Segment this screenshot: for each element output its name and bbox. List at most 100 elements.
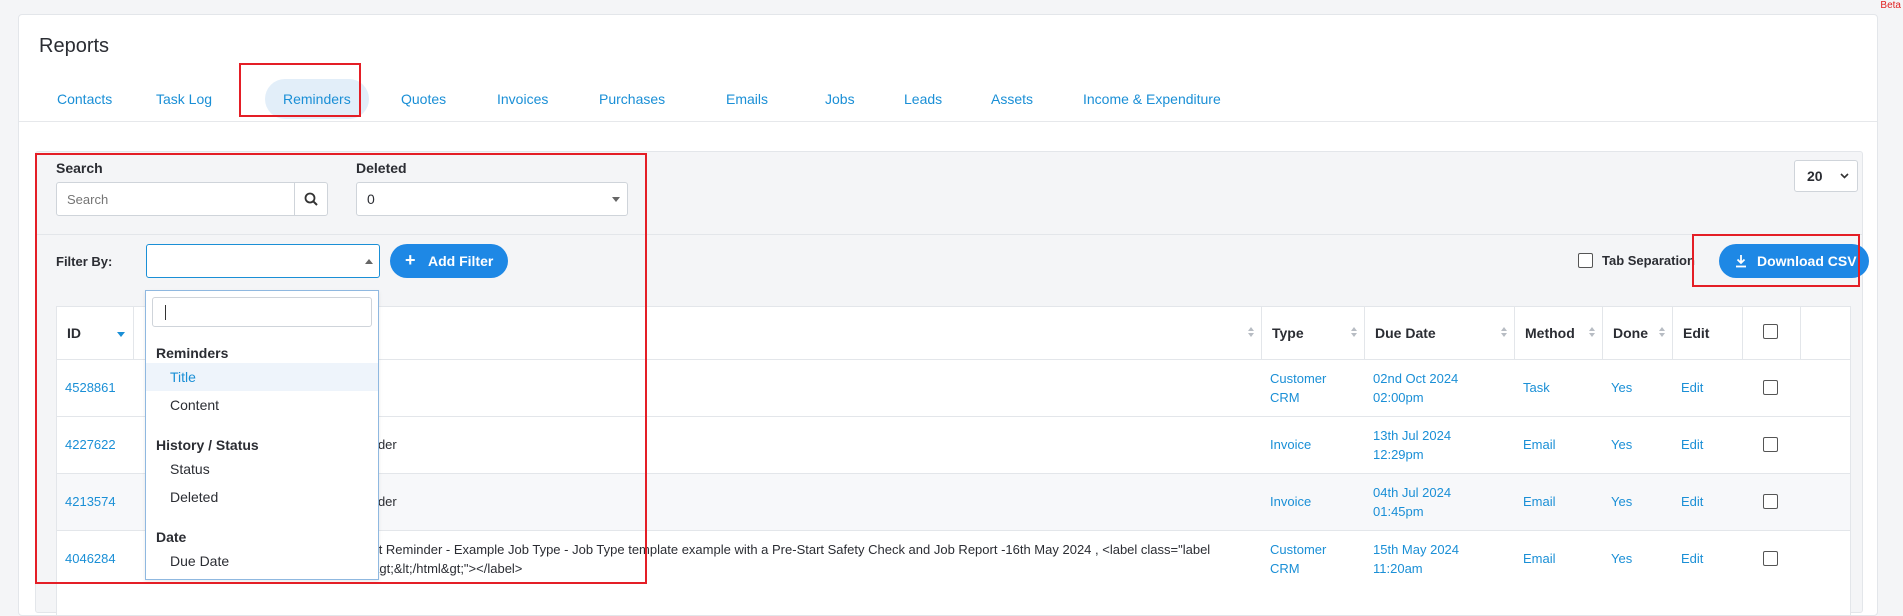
download-csv-label: Download CSV xyxy=(1757,253,1857,269)
column-header-done[interactable]: Done xyxy=(1603,307,1673,359)
dropdown-group-history-status: History / Status xyxy=(156,437,259,453)
tab-separation-label: Tab Separation xyxy=(1602,253,1695,268)
download-csv-button[interactable]: Download CSV xyxy=(1719,244,1869,278)
row-method: Email xyxy=(1523,494,1556,509)
sort-icon xyxy=(1248,327,1255,339)
tab-quotes[interactable]: Quotes xyxy=(383,79,464,119)
row-checkbox[interactable] xyxy=(1763,551,1778,566)
page-size-select[interactable]: 20 xyxy=(1794,160,1858,192)
tab-separation-checkbox[interactable] xyxy=(1578,253,1593,268)
text-cursor xyxy=(165,305,166,320)
column-header-type[interactable]: Type xyxy=(1262,307,1365,359)
row-done: Yes xyxy=(1611,494,1633,509)
row-due-time: 12:29pm xyxy=(1373,447,1424,462)
filter-dropdown-search-input[interactable] xyxy=(152,297,372,327)
dropdown-option-deleted[interactable]: Deleted xyxy=(146,483,378,511)
column-header-method-label: Method xyxy=(1525,325,1575,341)
row-checkbox[interactable] xyxy=(1763,437,1778,452)
tabs-divider xyxy=(19,121,1877,122)
row-done: Yes xyxy=(1611,380,1633,395)
row-title-line2: dy&gt;&lt;/html&gt;"></label> xyxy=(357,561,523,576)
sort-icon xyxy=(1659,327,1666,339)
column-header-id[interactable]: ID xyxy=(57,307,134,359)
row-due-time: 01:45pm xyxy=(1373,504,1424,519)
dropdown-option-content[interactable]: Content xyxy=(146,391,378,419)
tab-contacts[interactable]: Contacts xyxy=(39,79,130,119)
search-icon xyxy=(304,192,318,206)
tab-reminders[interactable]: Reminders xyxy=(265,79,369,119)
row-edit-link[interactable]: Edit xyxy=(1681,549,1703,568)
row-edit-link[interactable]: Edit xyxy=(1681,492,1703,511)
row-id-link[interactable]: 4046284 xyxy=(65,549,116,568)
filter-by-dropdown: Reminders Title Content History / Status… xyxy=(145,290,379,580)
row-due-date: 04th Jul 2024 xyxy=(1373,485,1452,500)
row-type: Customer xyxy=(1270,371,1327,386)
dropdown-option-due-date[interactable]: Due Date xyxy=(146,547,378,575)
tab-jobs[interactable]: Jobs xyxy=(807,79,873,119)
sort-icon xyxy=(1351,327,1358,339)
plus-icon: + xyxy=(405,250,416,270)
row-edit-link[interactable]: Edit xyxy=(1681,435,1703,454)
page-title: Reports xyxy=(39,35,110,57)
dropdown-option-title[interactable]: Title xyxy=(146,363,378,391)
tab-purchases[interactable]: Purchases xyxy=(581,79,683,119)
row-checkbox[interactable] xyxy=(1763,494,1778,509)
search-button[interactable] xyxy=(294,183,327,215)
filter-by-select[interactable] xyxy=(146,244,380,278)
row-due-time: 02:00pm xyxy=(1373,390,1424,405)
deleted-label: Deleted xyxy=(356,160,407,176)
filter-separator xyxy=(36,234,1862,235)
chevron-down-icon xyxy=(612,197,620,202)
search-input[interactable] xyxy=(57,183,297,215)
deleted-select[interactable]: 0 xyxy=(356,182,628,216)
column-header-due-date[interactable]: Due Date xyxy=(1365,307,1515,359)
dropdown-option-status[interactable]: Status xyxy=(146,455,378,483)
download-icon xyxy=(1736,255,1746,268)
row-method: Task xyxy=(1523,380,1550,395)
select-all-checkbox[interactable] xyxy=(1763,324,1778,339)
row-type: Customer xyxy=(1270,542,1327,557)
row-edit-link[interactable]: Edit xyxy=(1681,378,1703,397)
tab-task-log[interactable]: Task Log xyxy=(138,79,230,119)
chevron-up-icon xyxy=(365,259,373,264)
deleted-select-value: 0 xyxy=(367,191,375,207)
row-id-link[interactable]: 4227622 xyxy=(65,435,116,454)
row-checkbox[interactable] xyxy=(1763,380,1778,395)
row-due-date: 13th Jul 2024 xyxy=(1373,428,1452,443)
row-id-link[interactable]: 4528861 xyxy=(65,378,116,397)
report-tabs: Contacts Task Log Reminders Quotes Invoi… xyxy=(39,65,1869,127)
row-id-link[interactable]: 4213574 xyxy=(65,492,116,511)
row-type: Invoice xyxy=(1270,437,1312,452)
dropdown-group-date: Date xyxy=(156,529,187,545)
filter-by-label: Filter By: xyxy=(56,254,113,269)
column-header-due-date-label: Due Date xyxy=(1375,325,1436,341)
row-type-line2: CRM xyxy=(1270,390,1300,405)
row-due-time: 11:20am xyxy=(1373,561,1423,576)
reports-card: Reports Contacts Task Log Reminders Quot… xyxy=(18,14,1878,616)
row-method: Email xyxy=(1523,551,1556,566)
tab-income-expenditure[interactable]: Income & Expenditure xyxy=(1065,79,1239,119)
tab-leads[interactable]: Leads xyxy=(886,79,960,119)
row-type-line2: CRM xyxy=(1270,561,1300,576)
tab-invoices[interactable]: Invoices xyxy=(479,79,566,119)
sort-icon xyxy=(1501,327,1508,339)
search-box xyxy=(56,182,328,216)
column-header-type-label: Type xyxy=(1272,325,1304,341)
row-done: Yes xyxy=(1611,551,1633,566)
row-due-date: 02nd Oct 2024 xyxy=(1373,371,1459,386)
tab-emails[interactable]: Emails xyxy=(708,79,786,119)
add-filter-button[interactable]: + Add Filter xyxy=(390,244,508,278)
column-header-id-label: ID xyxy=(67,325,81,341)
column-header-edit-label: Edit xyxy=(1683,325,1710,341)
row-method: Email xyxy=(1523,437,1556,452)
add-filter-label: Add Filter xyxy=(428,253,494,269)
row-done: Yes xyxy=(1611,437,1633,452)
column-header-done-label: Done xyxy=(1613,325,1648,341)
dropdown-group-reminders: Reminders xyxy=(156,345,229,361)
tab-assets[interactable]: Assets xyxy=(973,79,1051,119)
column-header-select-all xyxy=(1743,307,1801,359)
beta-label: Beta xyxy=(1880,0,1901,11)
sort-desc-icon xyxy=(117,332,125,337)
search-label: Search xyxy=(56,160,103,176)
column-header-method[interactable]: Method xyxy=(1515,307,1603,359)
